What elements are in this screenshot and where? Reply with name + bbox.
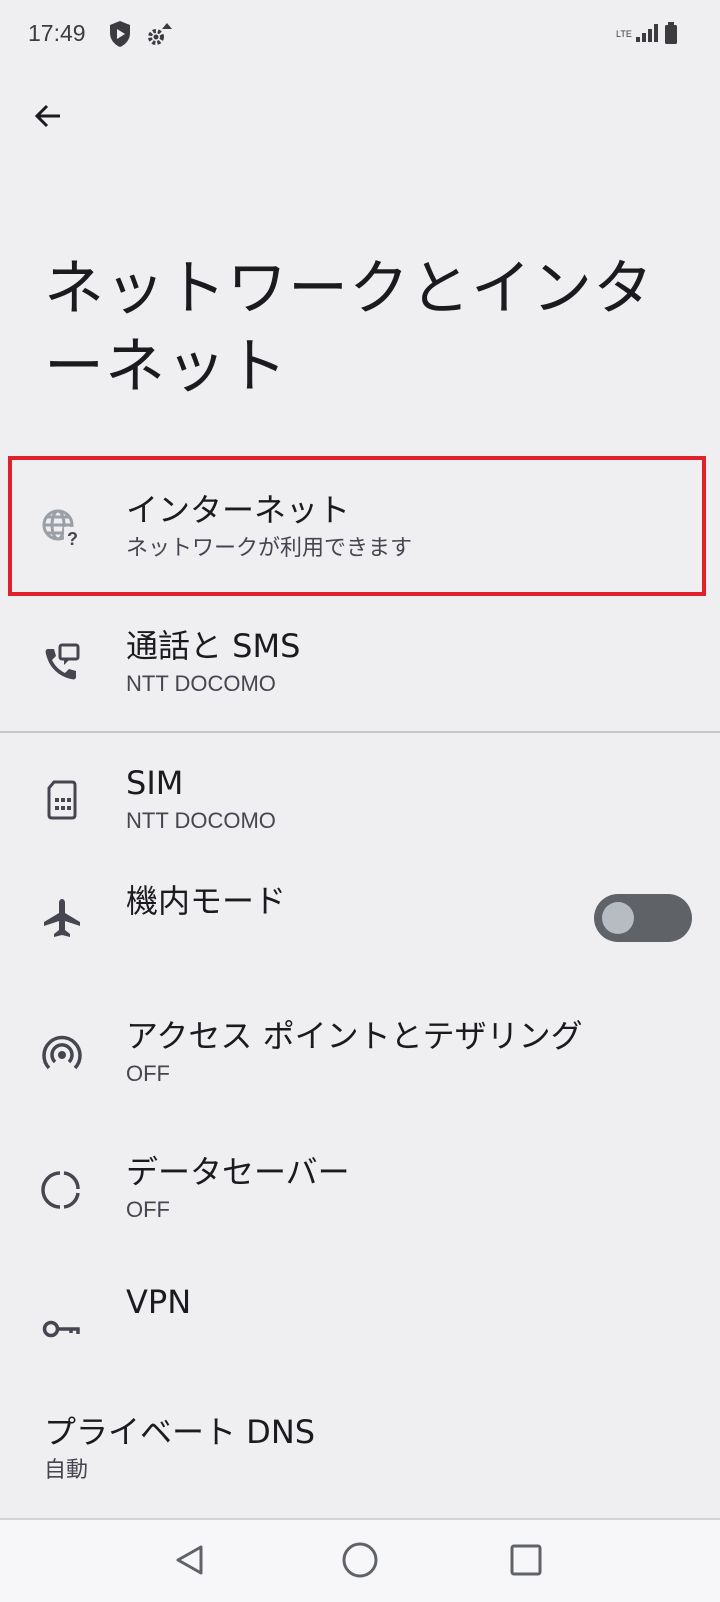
- airplane-mode-toggle[interactable]: [594, 894, 692, 942]
- key-icon: [40, 1303, 84, 1347]
- private-dns-label: プライベート DNS: [44, 1413, 316, 1451]
- airplane-mode-label: 機内モード: [126, 882, 287, 920]
- data-saver-label: データセーバー: [126, 1153, 350, 1191]
- status-bar: 17:49 LTE: [0, 0, 720, 72]
- sim-carrier: NTT DOCOMO: [126, 808, 276, 833]
- status-time: 17:49: [28, 20, 86, 46]
- hotspot-status: OFF: [126, 1061, 170, 1086]
- toggle-knob: [602, 902, 634, 934]
- calls-sms-label: 通話と SMS: [126, 627, 301, 665]
- nav-home-button[interactable]: [330, 1530, 390, 1590]
- svg-text:LTE: LTE: [616, 29, 632, 39]
- data-saver-status: OFF: [126, 1197, 170, 1222]
- calls-sms-item[interactable]: 通話と SMS NTT DOCOMO: [0, 596, 720, 730]
- vpn-item[interactable]: VPN: [0, 1258, 720, 1392]
- recents-square-icon: [510, 1544, 542, 1576]
- shield-play-icon: [108, 20, 134, 48]
- private-dns-value: 自動: [44, 1457, 89, 1482]
- hotspot-label: アクセス ポイントとテザリング: [126, 1017, 583, 1055]
- back-button[interactable]: [24, 92, 72, 140]
- highlight-box: [8, 456, 706, 596]
- back-triangle-icon: [176, 1545, 203, 1575]
- sim-label: SIM: [126, 764, 184, 802]
- data-saver-item[interactable]: データセーバー OFF: [0, 1122, 720, 1256]
- home-circle-icon: [342, 1542, 378, 1578]
- page-title: ネットワークとインターネット: [44, 254, 654, 402]
- hotspot-tethering-item[interactable]: アクセス ポイントとテザリング OFF: [0, 986, 720, 1120]
- nav-recents-button[interactable]: [496, 1530, 556, 1590]
- private-dns-item[interactable]: プライベート DNS 自動: [0, 1394, 720, 1494]
- sim-item[interactable]: SIM NTT DOCOMO: [0, 733, 720, 867]
- vpn-label: VPN: [126, 1283, 192, 1321]
- data-saver-icon: [40, 1167, 84, 1211]
- sim-card-icon: [40, 778, 84, 822]
- battery-icon: [662, 20, 682, 48]
- arrow-back-icon: [34, 104, 60, 128]
- nav-back-button[interactable]: [160, 1530, 220, 1590]
- phone-sms-icon: [40, 641, 84, 685]
- hotspot-icon: [40, 1031, 84, 1075]
- calls-sms-carrier: NTT DOCOMO: [126, 671, 276, 696]
- navigation-bar: [0, 1518, 720, 1602]
- settings-wifi-icon: [146, 20, 172, 48]
- airplane-icon: [40, 896, 84, 940]
